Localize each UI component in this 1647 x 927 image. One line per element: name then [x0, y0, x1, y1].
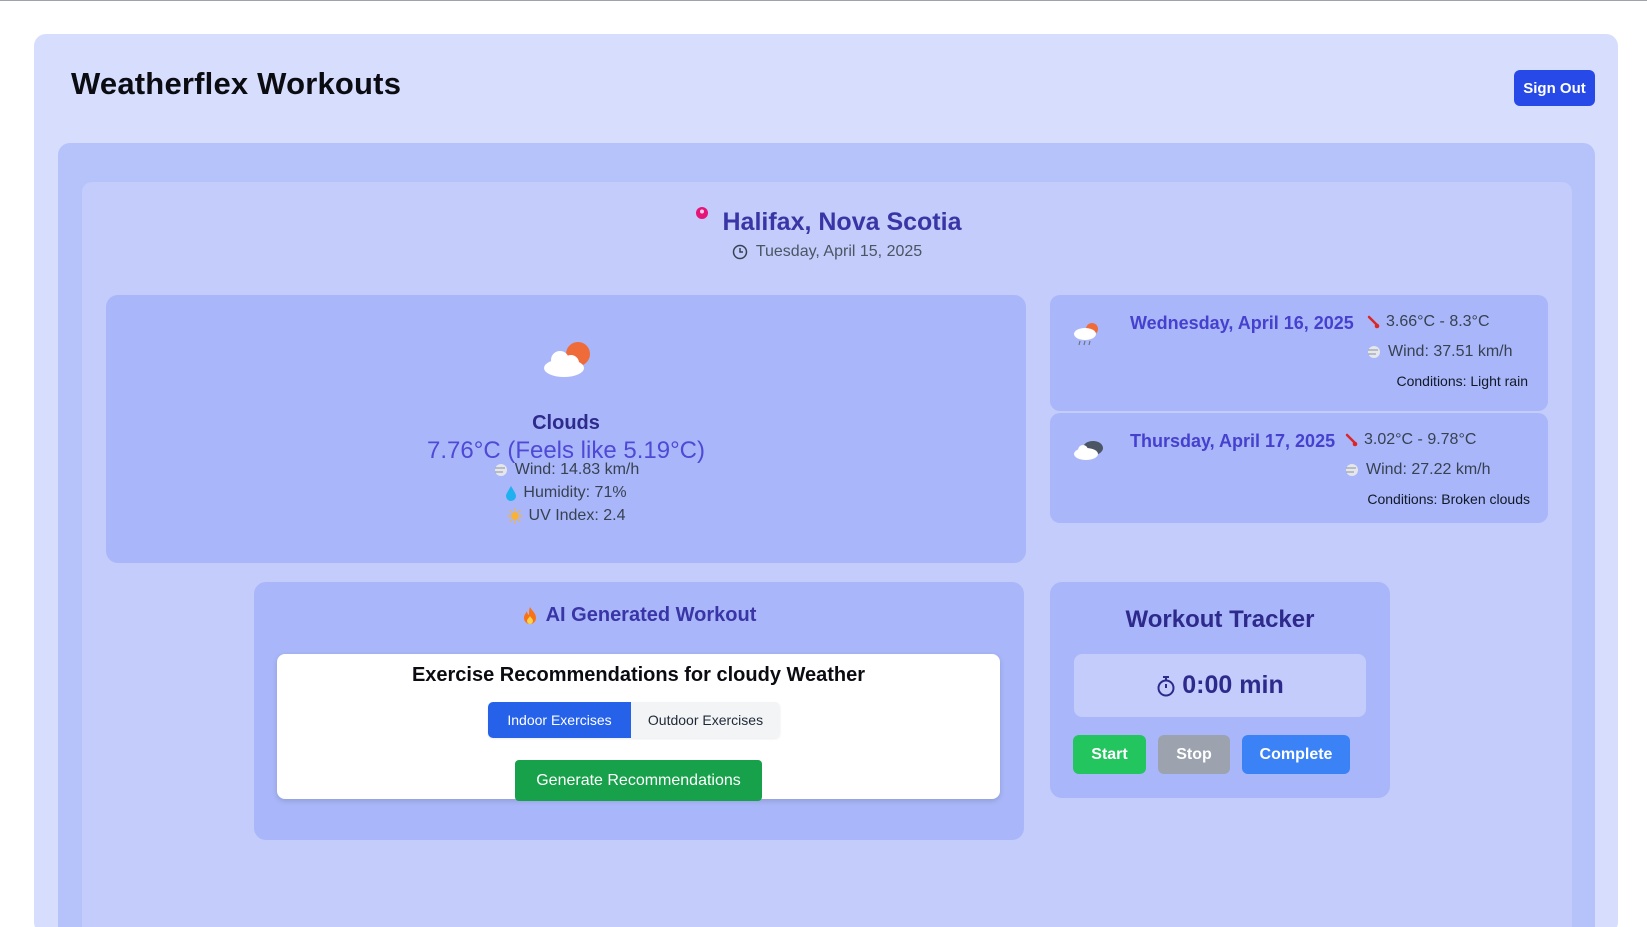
forecast-wind-value: Wind: 27.22 km/h [1366, 461, 1491, 478]
forecast-temp: 3.02°C - 9.78°C [1344, 431, 1476, 449]
app-container: Weatherflex Workouts Sign Out Halifax, N… [34, 34, 1618, 927]
recommendations-title: Exercise Recommendations for cloudy Weat… [411, 664, 866, 686]
current-weather-card: Clouds 7.76°C (Feels like 5.19°C) Wind: … [106, 295, 1026, 563]
forecast-temp: 3.66°C - 8.3°C [1366, 313, 1490, 331]
thermometer-icon [1367, 315, 1380, 329]
uv-value: UV Index: 2.4 [528, 507, 626, 524]
forecast-temp-range: 3.66°C - 8.3°C [1386, 313, 1490, 330]
app-title: Weatherflex Workouts [71, 66, 402, 101]
workout-tracker-card: Workout Tracker 0:00 min Start Stop Comp… [1050, 582, 1390, 798]
city-name: Halifax, Nova Scotia [722, 208, 962, 236]
forecast-wind: Wind: 27.22 km/h [1344, 461, 1491, 479]
sun-behind-cloud-icon [544, 342, 590, 377]
map-pin-icon [695, 206, 708, 219]
water-drop-icon [506, 486, 517, 501]
forecast-date: Wednesday, April 16, 2025 [1130, 313, 1354, 333]
weather-section: Halifax, Nova Scotia Tuesday, April 15, … [82, 182, 1572, 927]
clock-icon [732, 244, 748, 260]
forecast-wind: Wind: 37.51 km/h [1366, 343, 1513, 361]
thermometer-icon [1345, 433, 1358, 447]
location-header: Halifax, Nova Scotia Tuesday, April 15, … [82, 206, 1572, 261]
current-condition: Clouds [532, 412, 600, 434]
forecast-conditions: Conditions: Light rain [1396, 373, 1528, 389]
broken-clouds-icon [1074, 441, 1103, 460]
forecast-card: Wednesday, April 16, 2025 3.66°C - 8.3°C… [1050, 295, 1548, 411]
stopwatch-icon [1157, 675, 1175, 696]
forecast-temp-range: 3.02°C - 9.78°C [1364, 431, 1477, 448]
complete-button[interactable]: Complete [1242, 735, 1350, 774]
start-button[interactable]: Start [1073, 735, 1146, 774]
wind-icon [1346, 464, 1358, 476]
sun-icon [507, 508, 523, 524]
ai-workout-title: AI Generated Workout [254, 604, 1024, 627]
tab-outdoor-exercises[interactable]: Outdoor Exercises [631, 702, 780, 738]
sign-out-button[interactable]: Sign Out [1514, 70, 1595, 106]
current-date: Tuesday, April 15, 2025 [755, 243, 923, 260]
wind-stat: Wind: 14.83 km/h [106, 461, 1026, 479]
forecast-date: Thursday, April 17, 2025 [1130, 431, 1336, 451]
forecast-card: Thursday, April 17, 2025 3.02°C - 9.78°C… [1050, 413, 1548, 523]
timer-value: 0:00 min [1182, 671, 1284, 699]
wind-value: Wind: 14.83 km/h [514, 461, 640, 478]
cloud-rain-sun-icon [1074, 323, 1098, 346]
uv-stat: UV Index: 2.4 [106, 507, 1026, 525]
tab-indoor-exercises[interactable]: Indoor Exercises [488, 702, 631, 738]
ai-workout-card: AI Generated Workout Exercise Recommenda… [254, 582, 1024, 840]
recommendations-panel: Exercise Recommendations for cloudy Weat… [277, 654, 1000, 801]
timer-display: 0:00 min [1074, 654, 1366, 717]
wind-icon [1368, 346, 1380, 358]
stop-button[interactable]: Stop [1158, 735, 1230, 774]
forecast-conditions: Conditions: Broken clouds [1367, 491, 1530, 507]
ai-workout-title-text: AI Generated Workout [545, 604, 757, 626]
humidity-stat: Humidity: 71% [106, 484, 1026, 502]
workout-tracker-title: Workout Tracker [1125, 606, 1315, 633]
main-panel: Halifax, Nova Scotia Tuesday, April 15, … [58, 143, 1595, 927]
humidity-value: Humidity: 71% [523, 484, 627, 501]
wind-icon [494, 464, 507, 476]
forecast-wind-value: Wind: 37.51 km/h [1388, 343, 1513, 360]
fire-icon [523, 606, 536, 624]
generate-recommendations-button[interactable]: Generate Recommendations [515, 760, 762, 801]
exercise-tabs: Indoor Exercises Outdoor Exercises [488, 702, 780, 738]
